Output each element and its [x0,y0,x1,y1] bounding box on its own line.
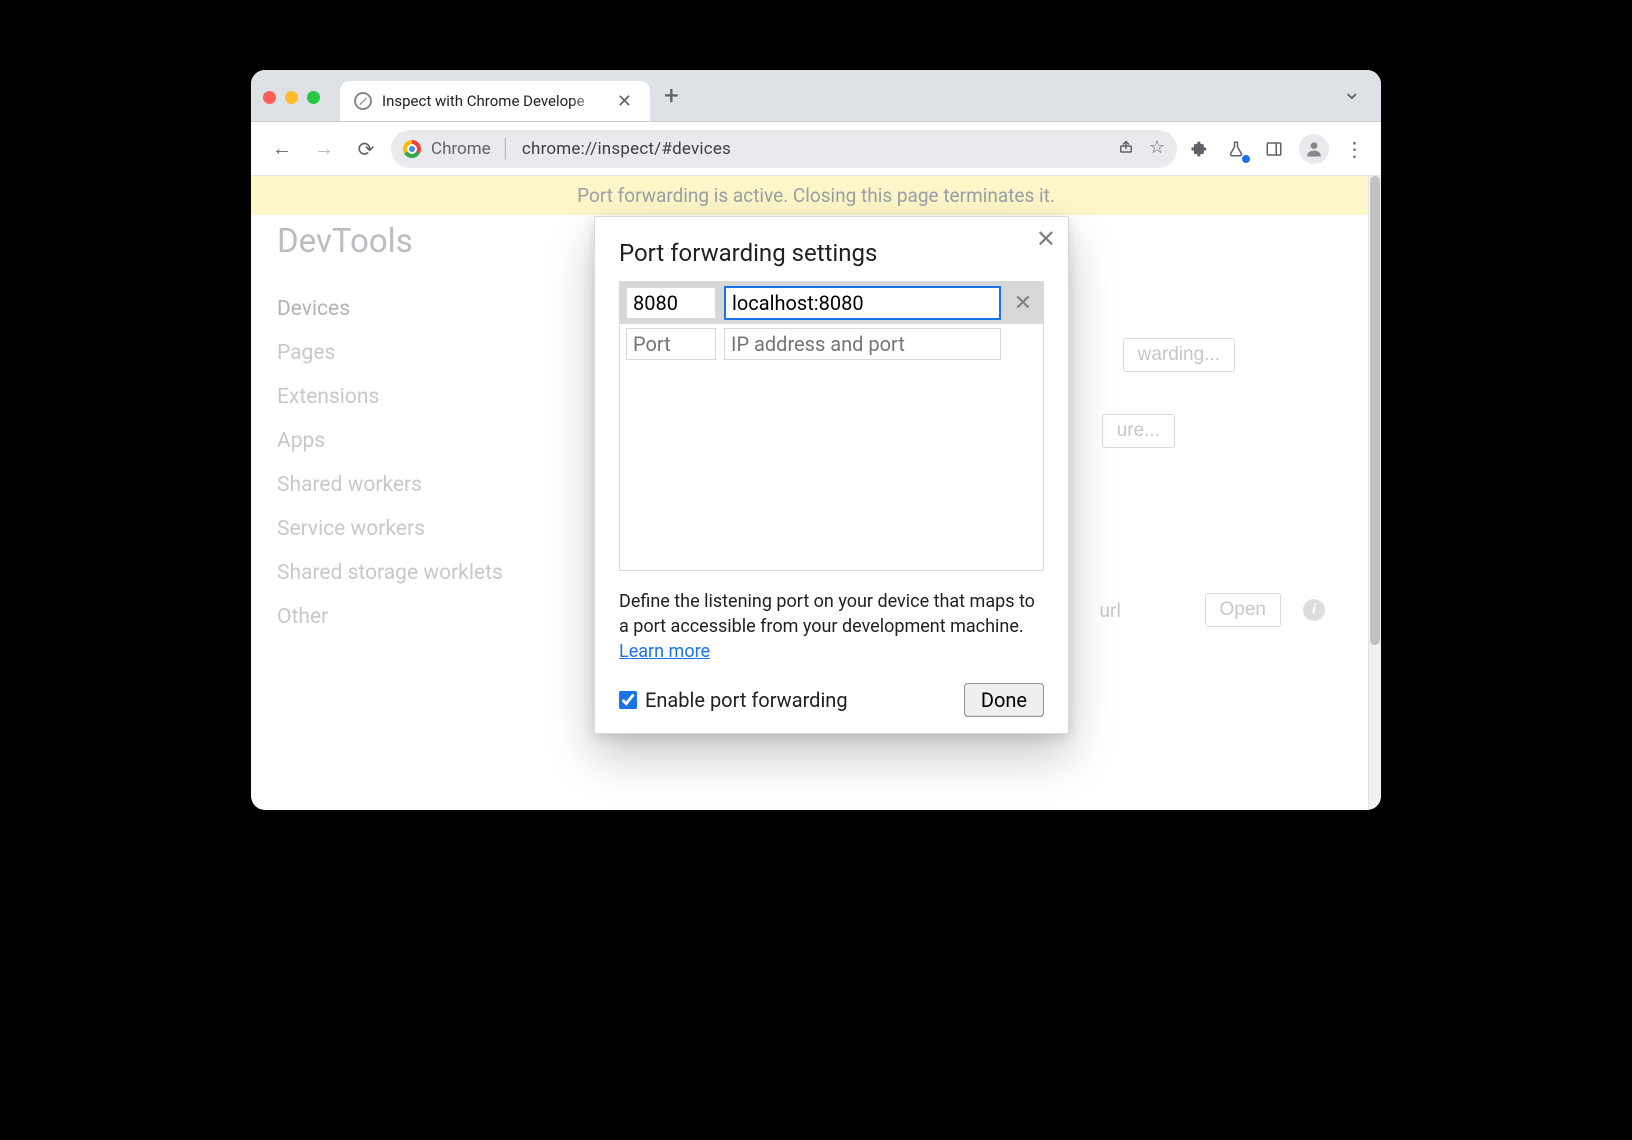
share-icon[interactable] [1117,137,1135,160]
remove-rule-icon[interactable]: ✕ [1009,291,1037,316]
rule-row: ✕ [620,282,1043,324]
done-button[interactable]: Done [964,683,1044,717]
tab-title: Inspect with Chrome Develope [382,92,603,110]
bookmark-icon[interactable]: ☆ [1149,137,1165,160]
side-panel-icon[interactable] [1261,136,1287,162]
tabstrip: Inspect with Chrome Develope ✕ + ⌄ [251,70,1381,122]
enable-checkbox-input[interactable] [619,691,637,709]
scrollbar-thumb[interactable] [1370,176,1380,645]
learn-more-link[interactable]: Learn more [619,641,710,662]
close-icon[interactable]: ✕ [613,91,636,112]
close-icon[interactable]: ✕ [1036,225,1056,253]
info-icon[interactable]: i [1303,599,1325,621]
dialog-description: Define the listening port on your device… [619,589,1044,665]
rules-table: ✕ ✕ [619,281,1044,571]
chrome-icon [403,140,421,158]
labs-icon[interactable] [1223,136,1249,162]
reload-button[interactable]: ⟳ [349,132,383,166]
address-input[interactable] [724,286,1001,320]
window-maximize-icon[interactable] [307,91,320,104]
omnibox-origin: Chrome [431,139,491,159]
enable-checkbox-label: Enable port forwarding [645,688,848,712]
window-close-icon[interactable] [263,91,276,104]
back-button[interactable]: ← [265,132,299,166]
extensions-icon[interactable] [1185,136,1211,162]
open-button[interactable]: Open [1205,593,1281,627]
window-minimize-icon[interactable] [285,91,298,104]
toolbar-right: ⋮ [1185,134,1367,164]
configure-button[interactable]: ure... [1102,414,1175,448]
port-forwarding-dialog: ✕ Port forwarding settings ✕ ✕ Define th… [594,216,1069,734]
sidebar-item-pages[interactable]: Pages [277,331,561,375]
globe-icon [354,92,372,110]
omnibox-separator: │ [501,138,512,159]
chevron-down-icon[interactable]: ⌄ [1335,76,1369,109]
port-forwarding-button[interactable]: warding... [1123,338,1235,372]
dialog-footer: Enable port forwarding Done [619,683,1044,717]
forward-button[interactable]: → [307,132,341,166]
traffic-lights [263,91,320,104]
profile-avatar[interactable] [1299,134,1329,164]
url-placeholder: url [1099,599,1121,622]
port-input[interactable] [626,287,716,319]
scrollbar[interactable] [1368,176,1381,810]
sidebar-item-shared-storage-worklets[interactable]: Shared storage worklets [277,551,561,595]
page-title: DevTools [277,222,561,261]
enable-port-forwarding-checkbox[interactable]: Enable port forwarding [619,688,848,712]
sidebar-item-other[interactable]: Other [277,595,561,639]
address-bar[interactable]: Chrome │ chrome://inspect/#devices ☆ [391,130,1177,168]
new-tab-button[interactable]: + [664,81,679,111]
sidebar-item-service-workers[interactable]: Service workers [277,507,561,551]
rule-row-empty: ✕ [620,324,1043,364]
sidebar-item-apps[interactable]: Apps [277,419,561,463]
sidebar-item-extensions[interactable]: Extensions [277,375,561,419]
kebab-menu-icon[interactable]: ⋮ [1341,136,1367,162]
page-body: Port forwarding is active. Closing this … [251,176,1381,810]
sidebar-item-shared-workers[interactable]: Shared workers [277,463,561,507]
sidebar-item-devices[interactable]: Devices [277,287,561,331]
toolbar: ← → ⟳ Chrome │ chrome://inspect/#devices… [251,122,1381,176]
devtools-sidebar: DevTools Devices Pages Extensions Apps S… [251,222,561,810]
browser-window: Inspect with Chrome Develope ✕ + ⌄ ← → ⟳… [251,70,1381,810]
dialog-title: Port forwarding settings [619,239,1044,267]
address-input-empty[interactable] [724,328,1001,360]
browser-tab[interactable]: Inspect with Chrome Develope ✕ [340,81,650,121]
port-input-empty[interactable] [626,328,716,360]
omnibox-url: chrome://inspect/#devices [522,139,731,159]
